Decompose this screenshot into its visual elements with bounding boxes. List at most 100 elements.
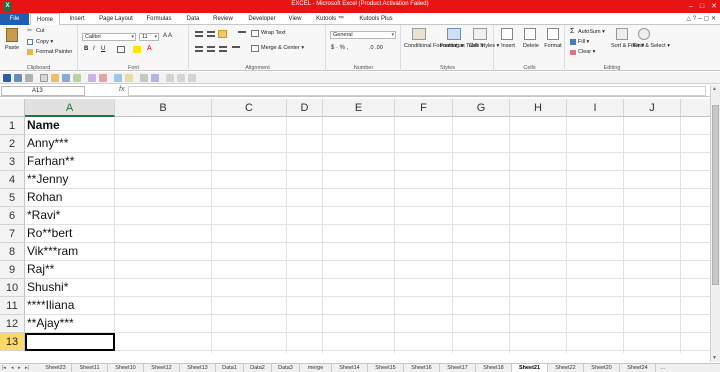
tab-page-layout[interactable]: Page Layout <box>94 13 138 25</box>
format-as-table-button[interactable]: Format as Table ▾ <box>440 43 484 49</box>
sheet-tab[interactable]: Sheet12 <box>144 364 180 372</box>
sheet-tab[interactable]: Data3 <box>272 364 300 372</box>
print-icon[interactable] <box>62 74 70 82</box>
tab-kutools-plus[interactable]: Kutools Plus <box>354 13 398 25</box>
wrap-text-button[interactable]: Wrap Text <box>261 30 286 36</box>
sheet-tab[interactable]: Sheet20 <box>584 364 620 372</box>
column-header-d[interactable]: D <box>287 99 323 117</box>
find-select-button[interactable]: Find & Select ▾ <box>633 43 670 49</box>
sheet-nav-prev-icon[interactable]: ◂ <box>11 364 14 372</box>
maximize-icon[interactable]: □ <box>700 0 704 13</box>
fill-button[interactable]: Fill ▾ <box>578 39 589 45</box>
formula-input[interactable] <box>128 86 706 96</box>
sheet-tab[interactable]: Sheet16 <box>404 364 440 372</box>
column-header-a[interactable]: A <box>25 99 115 117</box>
sheet-more-button[interactable]: ... <box>656 364 670 372</box>
tab-view[interactable]: View <box>284 13 306 25</box>
fx-icon[interactable]: fx <box>119 86 124 93</box>
font-color-icon[interactable]: A <box>147 45 152 52</box>
cell-a2[interactable]: Anny*** <box>25 135 115 153</box>
column-header-k[interactable] <box>681 99 710 117</box>
paste-icon[interactable] <box>6 28 18 42</box>
cell-a9[interactable]: Raj** <box>25 261 115 279</box>
tab-kutools[interactable]: Kutools ™ <box>310 13 350 25</box>
underline-button[interactable]: U <box>101 46 105 52</box>
align-bottom-icon[interactable] <box>218 30 227 38</box>
cell-a6[interactable]: *Ravi* <box>25 207 115 225</box>
cell-a10[interactable]: Shushi* <box>25 279 115 297</box>
align-right-icon[interactable] <box>219 46 227 52</box>
sheet-tab[interactable]: Sheet22 <box>548 364 584 372</box>
conditional-formatting-button[interactable]: Conditional Formatting ▾ <box>404 43 464 49</box>
more-commands-icon[interactable] <box>188 74 196 82</box>
cell-a1[interactable]: Name <box>25 117 115 135</box>
sheet-tab[interactable]: Sheet24 <box>620 364 656 372</box>
row-header-1[interactable]: 1 <box>0 117 25 135</box>
tab-file[interactable]: File <box>0 13 29 25</box>
filter-icon[interactable] <box>99 74 107 82</box>
column-header-i[interactable]: I <box>567 99 624 117</box>
name-box[interactable]: A13 <box>1 86 85 96</box>
scroll-up-icon[interactable]: ▲ <box>712 86 717 92</box>
currency-icon[interactable]: $ · % , <box>331 45 348 51</box>
tab-formulas[interactable]: Formulas <box>140 13 178 25</box>
format-icon[interactable] <box>125 74 133 82</box>
column-header-b[interactable]: B <box>115 99 212 117</box>
decimal-icon[interactable]: .0 .00 <box>369 45 383 51</box>
row-header-10[interactable]: 10 <box>0 279 25 297</box>
row-header-13[interactable]: 13 <box>0 333 25 351</box>
clear-button[interactable]: Clear ▾ <box>578 49 595 55</box>
align-middle-icon[interactable] <box>207 31 215 37</box>
font-size-select[interactable]: 11 <box>139 33 159 41</box>
sheet-tab[interactable]: merge <box>300 364 332 372</box>
row-header-12[interactable]: 12 <box>0 315 25 333</box>
cell-a3[interactable]: Farhan** <box>25 153 115 171</box>
format-painter-button[interactable]: Format Painter <box>36 49 72 55</box>
merge-center-button[interactable]: Merge & Center ▾ <box>261 45 304 51</box>
new-icon[interactable] <box>40 74 48 82</box>
vertical-scrollbar[interactable]: ▲ ▼ <box>710 85 720 362</box>
sheet-nav-first-icon[interactable]: |◂ <box>2 364 6 372</box>
close-icon[interactable]: ✕ <box>711 0 717 13</box>
cell-a11[interactable]: ****Iliana <box>25 297 115 315</box>
sheet-tab[interactable]: Sheet18 <box>476 364 512 372</box>
sort-filter-button[interactable]: Sort & Filter ▾ <box>611 43 644 49</box>
help-icon[interactable]: △ ? ─ ▢ ✕ <box>686 15 716 22</box>
tab-review[interactable]: Review <box>208 13 238 25</box>
select-all-corner[interactable] <box>0 99 25 117</box>
sheet-tab[interactable]: Sheet13 <box>180 364 216 372</box>
scroll-down-icon[interactable]: ▼ <box>712 355 717 361</box>
redo-icon[interactable] <box>25 74 33 82</box>
scroll-thumb[interactable] <box>712 105 719 285</box>
borders-quick-icon[interactable] <box>166 74 174 82</box>
font-name-select[interactable]: Calibri <box>82 33 136 41</box>
camera-icon[interactable] <box>140 74 148 82</box>
tab-insert[interactable]: Insert <box>62 13 92 25</box>
italic-button[interactable]: I <box>93 46 95 52</box>
column-header-j[interactable]: J <box>624 99 681 117</box>
format-cells-button[interactable]: Format <box>542 43 564 49</box>
align-center-icon[interactable] <box>207 46 215 52</box>
cell-a5[interactable]: Rohan <box>25 189 115 207</box>
sort-icon[interactable] <box>88 74 96 82</box>
column-header-h[interactable]: H <box>510 99 567 117</box>
row-header-11[interactable]: 11 <box>0 297 25 315</box>
sheet-tab[interactable]: Sheet23 <box>40 364 72 372</box>
sheet-nav-last-icon[interactable]: ▸| <box>25 364 29 372</box>
row-header-3[interactable]: 3 <box>0 153 25 171</box>
column-header-f[interactable]: F <box>395 99 453 117</box>
sheet-tab[interactable]: Sheet17 <box>440 364 476 372</box>
row-header-5[interactable]: 5 <box>0 189 25 207</box>
customize-icon[interactable] <box>177 74 185 82</box>
sheet-tab[interactable]: Sheet14 <box>332 364 368 372</box>
row-header-2[interactable]: 2 <box>0 135 25 153</box>
cut-button[interactable]: Cut <box>36 28 45 34</box>
autosum-button[interactable]: AutoSum ▾ <box>578 29 605 35</box>
preview-icon[interactable] <box>73 74 81 82</box>
sheet-tab[interactable]: Sheet11 <box>72 364 108 372</box>
number-format-select[interactable]: General <box>330 31 396 39</box>
column-header-c[interactable]: C <box>212 99 287 117</box>
column-header-g[interactable]: G <box>453 99 510 117</box>
row-header-9[interactable]: 9 <box>0 261 25 279</box>
sheet-tab[interactable]: Sheet15 <box>368 364 404 372</box>
